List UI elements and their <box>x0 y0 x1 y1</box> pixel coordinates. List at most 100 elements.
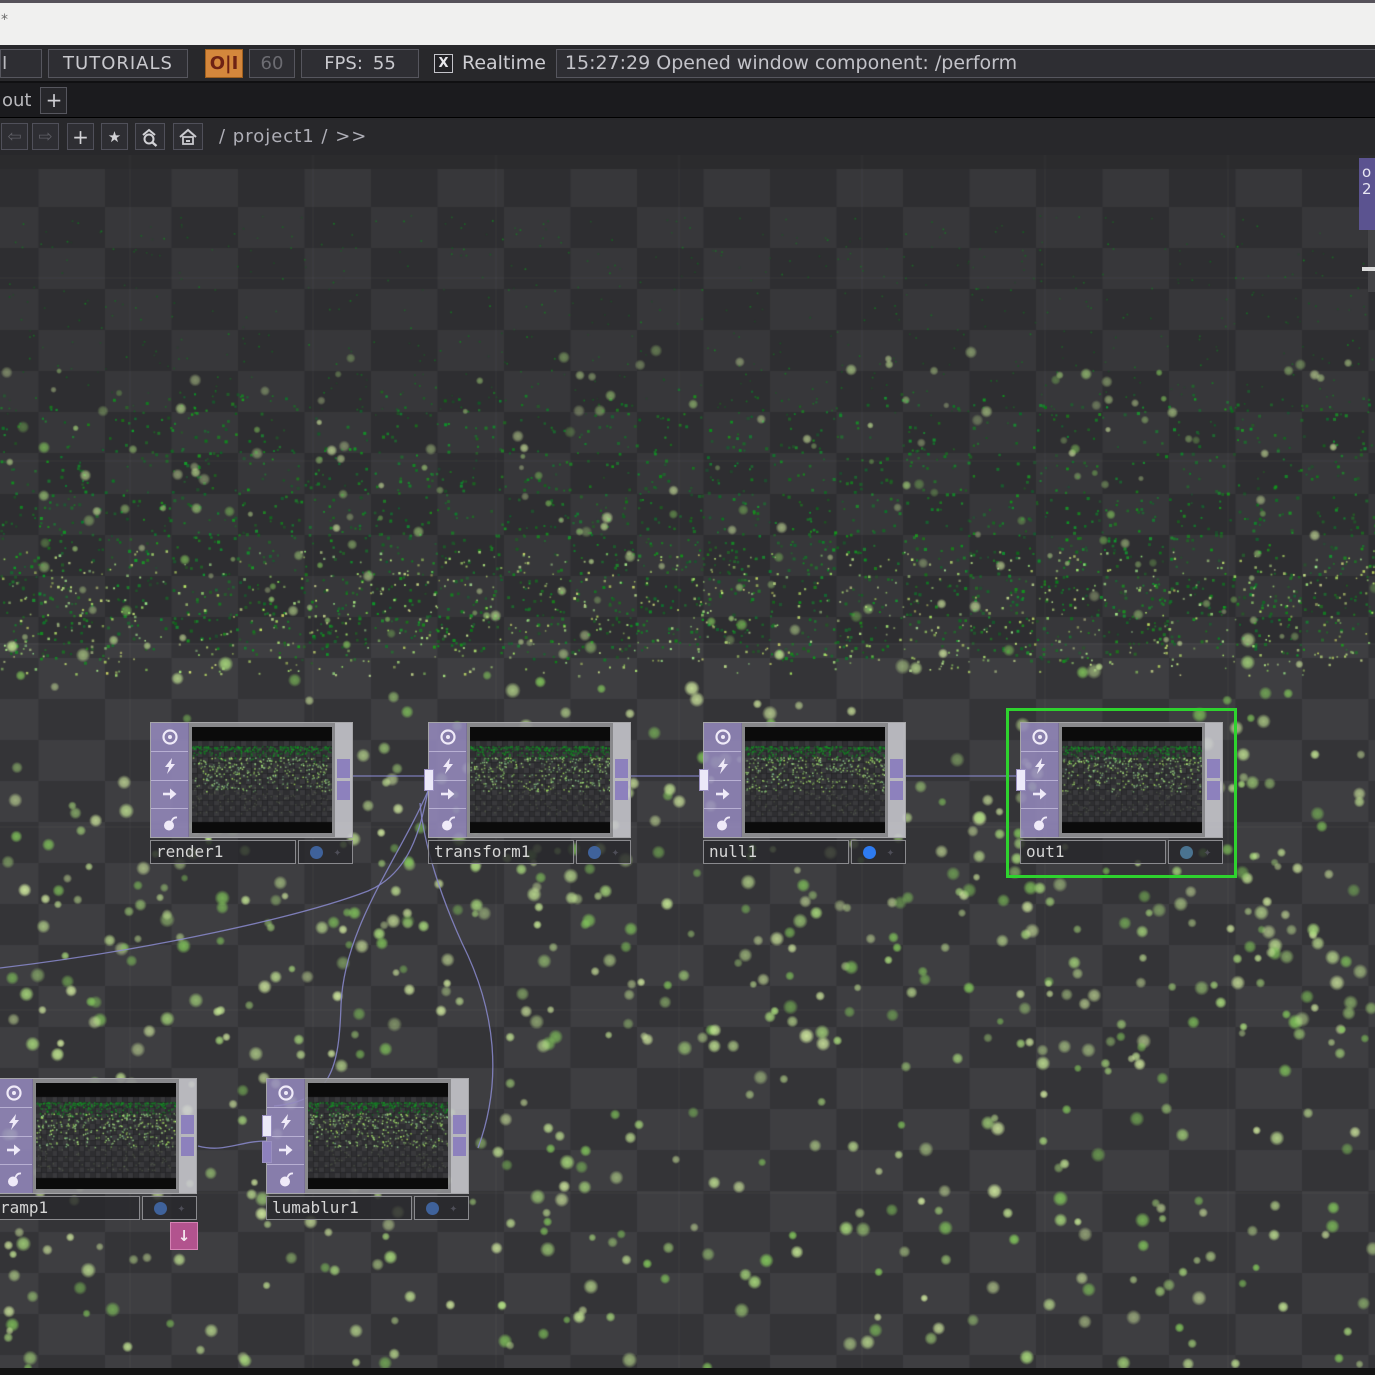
lock-flag-button[interactable] <box>1021 809 1058 837</box>
node-body[interactable] <box>428 722 631 838</box>
viewer-flag-button[interactable] <box>267 1079 304 1108</box>
scrollbar-handle[interactable] <box>1362 267 1375 271</box>
display-flag-dot[interactable] <box>588 846 601 859</box>
tutorials-button[interactable]: TUTORIALS <box>48 49 188 78</box>
node-viewer-thumbnail[interactable] <box>305 1079 451 1193</box>
viewer-flag-button[interactable] <box>151 723 188 752</box>
lock-flag-button[interactable] <box>267 1165 304 1193</box>
target-fps-field[interactable]: 60 <box>249 49 295 78</box>
node-out1[interactable]: out1 ✦ <box>1020 722 1223 864</box>
flow-flag-button[interactable] <box>1021 781 1058 810</box>
flow-flag-button[interactable] <box>0 1137 32 1166</box>
bypass-flag-button[interactable] <box>1021 752 1058 781</box>
output-connector[interactable] <box>181 1137 194 1156</box>
output-connector[interactable] <box>453 1115 466 1134</box>
input-connector[interactable] <box>424 769 434 791</box>
node-body[interactable] <box>266 1078 469 1194</box>
output-connector[interactable] <box>890 781 903 800</box>
node-viewer-thumbnail[interactable] <box>33 1079 179 1193</box>
comment-star-icon[interactable]: ✦ <box>449 1201 457 1216</box>
docked-indicator-button[interactable]: ↓ <box>170 1222 198 1250</box>
thumbnail-canvas <box>308 1083 448 1189</box>
zoom-to-fit-button[interactable] <box>135 123 165 150</box>
comment-star-icon[interactable]: ✦ <box>611 845 619 860</box>
display-flag-dot[interactable] <box>426 1202 439 1215</box>
node-viewer-thumbnail[interactable] <box>189 723 335 837</box>
bypass-flag-button[interactable] <box>267 1108 304 1137</box>
node-viewer-thumbnail[interactable] <box>1059 723 1205 837</box>
viewer-flag-button[interactable] <box>704 723 741 752</box>
arrow-icon <box>713 784 733 804</box>
display-flag-dot[interactable] <box>863 846 876 859</box>
realtime-checkbox[interactable]: X <box>434 54 453 73</box>
bypass-flag-button[interactable] <box>704 752 741 781</box>
network-editor[interactable]: render1✦transform1✦null1✦out1✦ramp1✦luma… <box>0 155 1375 1368</box>
viewer-flag-button[interactable] <box>429 723 466 752</box>
node-name-field[interactable]: render1 <box>150 840 296 864</box>
bypass-flag-button[interactable] <box>0 1108 32 1137</box>
node-viewer-thumbnail[interactable] <box>467 723 613 837</box>
output-connector[interactable] <box>890 759 903 778</box>
output-connector[interactable] <box>337 781 350 800</box>
forward-button[interactable]: ⇨ <box>32 123 59 150</box>
node-ramp1[interactable]: ramp1 ✦ <box>0 1078 197 1220</box>
home-button[interactable] <box>173 123 203 150</box>
add-button[interactable]: + <box>67 123 94 150</box>
lock-flag-button[interactable] <box>429 809 466 837</box>
perform-mode-button[interactable]: O|I <box>205 49 243 78</box>
input-connector[interactable] <box>1016 769 1026 791</box>
flow-flag-button[interactable] <box>704 781 741 810</box>
node-body[interactable] <box>1020 722 1223 838</box>
output-connector[interactable] <box>181 1115 194 1134</box>
bypass-flag-button[interactable] <box>429 752 466 781</box>
node-viewer-thumbnail[interactable] <box>742 723 888 837</box>
breadcrumb[interactable]: / project1 / >> <box>219 126 367 147</box>
node-null1[interactable]: null1 ✦ <box>703 722 906 864</box>
display-flag-dot[interactable] <box>154 1202 167 1215</box>
lock-flag-button[interactable] <box>0 1165 32 1193</box>
node-name-field[interactable]: null1 <box>703 840 849 864</box>
node-transform1[interactable]: transform1 ✦ <box>428 722 631 864</box>
realtime-toggle[interactable]: X Realtime <box>434 52 546 74</box>
node-name-field[interactable]: ramp1 <box>0 1196 140 1220</box>
flow-flag-button[interactable] <box>267 1137 304 1166</box>
node-lumablur1[interactable]: lumablur1 ✦ <box>266 1078 469 1220</box>
comment-star-icon[interactable]: ✦ <box>886 845 894 860</box>
input-connector[interactable] <box>699 769 709 791</box>
node-body[interactable] <box>703 722 906 838</box>
node-render1[interactable]: render1 ✦ <box>150 722 353 864</box>
input-connector[interactable] <box>262 1115 272 1137</box>
node-body[interactable] <box>0 1078 197 1194</box>
comment-star-icon[interactable]: ✦ <box>177 1201 185 1216</box>
lock-flag-button[interactable] <box>151 809 188 837</box>
display-flag-dot[interactable] <box>310 846 323 859</box>
output-connector[interactable] <box>615 781 628 800</box>
comment-star-icon[interactable]: ✦ <box>333 845 341 860</box>
node-name-field[interactable]: out1 <box>1020 840 1166 864</box>
bypass-flag-button[interactable] <box>151 752 188 781</box>
flow-flag-button[interactable] <box>429 781 466 810</box>
viewer-flag-button[interactable] <box>1021 723 1058 752</box>
node-name-field[interactable]: transform1 <box>428 840 574 864</box>
output-connector[interactable] <box>1207 781 1220 800</box>
lock-flag-button[interactable] <box>704 809 741 837</box>
flow-flag-button[interactable] <box>151 781 188 810</box>
node-body[interactable] <box>150 722 353 838</box>
clipped-menu-button[interactable]: I <box>0 49 42 78</box>
display-flag-dot[interactable] <box>1180 846 1193 859</box>
back-button[interactable]: ⇦ <box>1 123 28 150</box>
bookmark-star-button[interactable]: ★ <box>101 123 128 150</box>
fps-label: FPS: <box>324 53 363 74</box>
comment-star-icon[interactable]: ✦ <box>1203 845 1211 860</box>
bomb-icon <box>713 813 733 833</box>
output-connector[interactable] <box>615 759 628 778</box>
node-name-field[interactable]: lumablur1 <box>266 1196 412 1220</box>
viewer-flag-button[interactable] <box>0 1079 32 1108</box>
output-connector[interactable] <box>453 1137 466 1156</box>
output-connector[interactable] <box>1207 759 1220 778</box>
add-pane-tab-button[interactable]: + <box>40 87 67 114</box>
input-connector[interactable] <box>262 1141 272 1163</box>
pane-tab-out[interactable]: out <box>2 90 31 111</box>
output-connector[interactable] <box>337 759 350 778</box>
clipped-side-panel[interactable]: o 2 <box>1359 158 1375 230</box>
